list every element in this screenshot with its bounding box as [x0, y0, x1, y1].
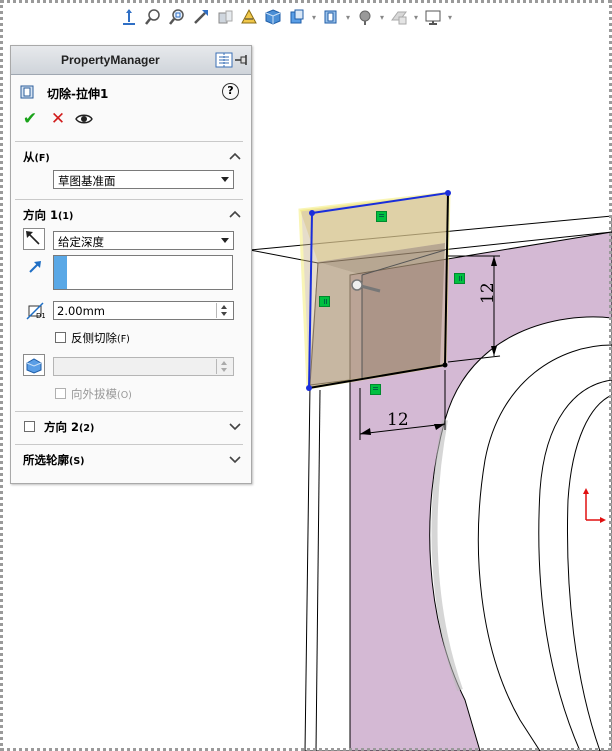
heads-up-view-toolbar: ▾ ▾ ▾ ▾ ▾ [118, 4, 454, 30]
view-orientation-icon[interactable] [118, 6, 140, 28]
from-section-hotkey: (F) [34, 153, 50, 164]
flip-side-checkbox[interactable] [55, 332, 66, 343]
divider [15, 141, 243, 142]
reverse-direction-icon [26, 231, 40, 245]
vertical-relation-icon[interactable] [454, 273, 465, 284]
chevron-down-icon[interactable]: ▾ [378, 6, 386, 28]
draft-outward-hotkey: (O) [117, 390, 132, 401]
display-style-icon[interactable] [286, 6, 308, 28]
view-orientation-cube-icon[interactable] [262, 6, 284, 28]
svg-text:D1: D1 [36, 312, 45, 320]
chevron-up-icon[interactable] [229, 210, 241, 218]
selected-contours-title: 所选轮廓 [23, 453, 69, 467]
cancel-button[interactable]: ✕ [49, 110, 67, 128]
frame-left-face [304, 379, 351, 751]
horizontal-relation-icon[interactable] [370, 384, 381, 395]
selected-contours-section-header[interactable]: 所选轮廓(S) [23, 452, 85, 468]
dropdown-arrow-icon [221, 177, 229, 182]
depth-icon: D1 [26, 302, 45, 320]
direction2-hotkey: (2) [79, 423, 95, 434]
direction-selection-box[interactable] [53, 255, 233, 290]
pin-icon[interactable] [233, 51, 251, 69]
depth-value: 2.00mm [57, 304, 106, 318]
apply-scene-icon[interactable] [388, 6, 410, 28]
detailed-preview-button[interactable] [75, 110, 93, 128]
draft-angle-input[interactable] [53, 357, 234, 376]
direction2-title: 方向 2 [44, 420, 80, 434]
hide-show-items-icon[interactable] [320, 6, 342, 28]
direction1-section-header[interactable]: 方向 1(1) [23, 207, 73, 223]
start-condition-value: 草图基准面 [58, 174, 116, 188]
direction2-section-header[interactable]: 方向 2(2) [44, 419, 94, 435]
dynamic-annotation-icon[interactable] [238, 6, 260, 28]
start-condition-select[interactable]: 草图基准面 [53, 170, 234, 189]
zoom-to-fit-icon[interactable] [142, 6, 164, 28]
property-manager-title: PropertyManager [61, 53, 160, 67]
divider [15, 411, 243, 412]
flip-side-hotkey: (F) [117, 334, 130, 345]
selected-contours-hotkey: (S) [69, 456, 85, 467]
chevron-down-icon[interactable]: ▾ [310, 6, 318, 28]
divider [15, 199, 243, 200]
direction1-hotkey: (1) [58, 211, 74, 222]
draft-outward-label: 向外拔模(O) [71, 386, 132, 402]
chevron-up-icon[interactable] [229, 152, 241, 160]
zoom-to-area-icon[interactable] [166, 6, 188, 28]
help-icon[interactable]: ? [222, 83, 239, 100]
chevron-down-icon[interactable] [229, 456, 241, 464]
section-view-icon[interactable] [214, 6, 236, 28]
direction2-checkbox[interactable] [24, 421, 35, 432]
property-manager-panel: PropertyManager 切除-拉伸1 ? ✔ ✕ 从(F) 草图基准面 … [10, 45, 252, 484]
horizontal-relation-icon[interactable] [376, 211, 387, 222]
depth-input[interactable]: 2.00mm [53, 301, 234, 320]
eye-icon [75, 114, 93, 124]
dimension-horizontal-value[interactable]: 12 [387, 410, 409, 430]
spin-buttons-icon[interactable] [216, 303, 232, 318]
chevron-down-icon[interactable]: ▾ [412, 6, 420, 28]
selection-indicator [54, 256, 67, 289]
direction1-title: 方向 1 [23, 208, 59, 222]
dropdown-arrow-icon [221, 238, 229, 243]
reverse-direction-button[interactable] [23, 228, 45, 250]
draft-icon [26, 358, 42, 374]
dimension-vertical-value[interactable]: 12 [478, 282, 498, 304]
divider [15, 444, 243, 445]
property-manager-header: PropertyManager [11, 46, 251, 75]
flip-side-text: 反侧切除 [71, 331, 117, 345]
edit-appearance-icon[interactable] [354, 6, 376, 28]
draft-outward-text: 向外拔模 [71, 387, 117, 401]
chevron-down-icon[interactable]: ▾ [344, 6, 352, 28]
chevron-down-icon[interactable] [229, 423, 241, 431]
end-condition-value: 给定深度 [58, 235, 104, 249]
spin-buttons-icon [216, 359, 232, 374]
tree-view-icon[interactable] [215, 51, 233, 69]
draft-outward-checkbox[interactable] [55, 388, 66, 399]
draft-button[interactable] [23, 354, 45, 376]
extruded-cut-icon [20, 85, 34, 99]
previous-view-icon[interactable] [190, 6, 212, 28]
flip-side-label: 反侧切除(F) [71, 330, 130, 346]
from-section-title: 从 [23, 150, 35, 164]
chevron-down-icon[interactable]: ▾ [446, 6, 454, 28]
end-condition-select[interactable]: 给定深度 [53, 231, 234, 250]
ok-button[interactable]: ✔ [21, 110, 39, 128]
feature-name: 切除-拉伸1 [47, 87, 109, 101]
from-section-header[interactable]: 从(F) [23, 149, 50, 165]
view-settings-icon[interactable] [422, 6, 444, 28]
direction-of-extrusion-icon [29, 261, 41, 273]
vertical-relation-icon[interactable] [319, 296, 330, 307]
feature-title-row: 切除-拉伸1 ? [19, 83, 245, 103]
